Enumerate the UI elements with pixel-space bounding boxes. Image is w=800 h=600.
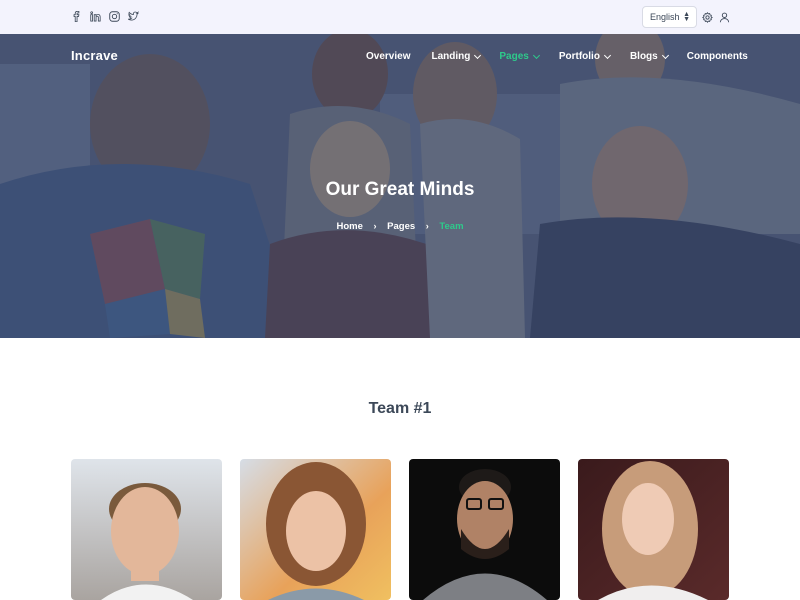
main-nav: Overview Landing Pages Portfolio Blogs C…	[366, 51, 748, 62]
nav-label: Landing	[431, 51, 471, 62]
nav-item-pages[interactable]: Pages	[499, 51, 540, 62]
user-icon[interactable]	[719, 12, 730, 23]
team-member-image	[71, 459, 222, 600]
nav-label: Portfolio	[558, 51, 600, 62]
team-member-image	[240, 459, 391, 600]
select-caret-icon: ▲ ▼	[683, 11, 690, 23]
language-select[interactable]: English ▲ ▼	[642, 6, 697, 28]
team-member-image	[409, 459, 560, 600]
team-member-photo[interactable]	[240, 459, 391, 600]
team-section-title: Team #1	[368, 400, 432, 417]
team-member-photo[interactable]	[71, 459, 222, 600]
breadcrumb-pages[interactable]: Pages	[387, 221, 415, 232]
breadcrumb-current: Team	[439, 221, 464, 232]
chevron-down-icon	[474, 51, 482, 59]
breadcrumb-home[interactable]: Home	[336, 221, 362, 232]
nav-label: Pages	[499, 51, 529, 62]
top-bar: English ▲ ▼	[0, 0, 800, 34]
team-member-photo[interactable]	[578, 459, 729, 600]
team-member-image	[578, 459, 729, 600]
chevron-down-icon	[603, 51, 611, 59]
chevron-right-icon: ›	[373, 221, 377, 231]
nav-label: Overview	[366, 51, 411, 62]
nav-item-overview[interactable]: Overview	[366, 51, 410, 62]
gear-icon[interactable]	[702, 12, 713, 23]
nav-label: Components	[686, 51, 748, 62]
chevron-down-icon	[532, 51, 540, 59]
brand-logo[interactable]: Incrave	[71, 48, 118, 63]
language-value: English	[650, 12, 680, 22]
breadcrumb: Home › Pages › Team	[0, 221, 800, 232]
chevron-down-icon	[661, 51, 669, 59]
team-member-photo[interactable]	[409, 459, 560, 600]
chevron-right-icon: ›	[425, 221, 429, 231]
nav-item-blogs[interactable]: Blogs	[629, 51, 669, 62]
linkedin-icon[interactable]	[90, 11, 101, 22]
social-links	[71, 11, 139, 22]
page-title: Our Great Minds	[325, 179, 475, 200]
twitter-icon[interactable]	[128, 11, 139, 22]
instagram-icon[interactable]	[109, 11, 120, 22]
nav-item-components[interactable]: Components	[687, 51, 748, 62]
nav-item-portfolio[interactable]: Portfolio	[558, 51, 611, 62]
nav-label: Blogs	[629, 51, 658, 62]
facebook-icon[interactable]	[71, 11, 82, 22]
nav-item-landing[interactable]: Landing	[431, 51, 482, 62]
hero-section: Incrave Overview Landing Pages Portfolio…	[0, 34, 800, 338]
